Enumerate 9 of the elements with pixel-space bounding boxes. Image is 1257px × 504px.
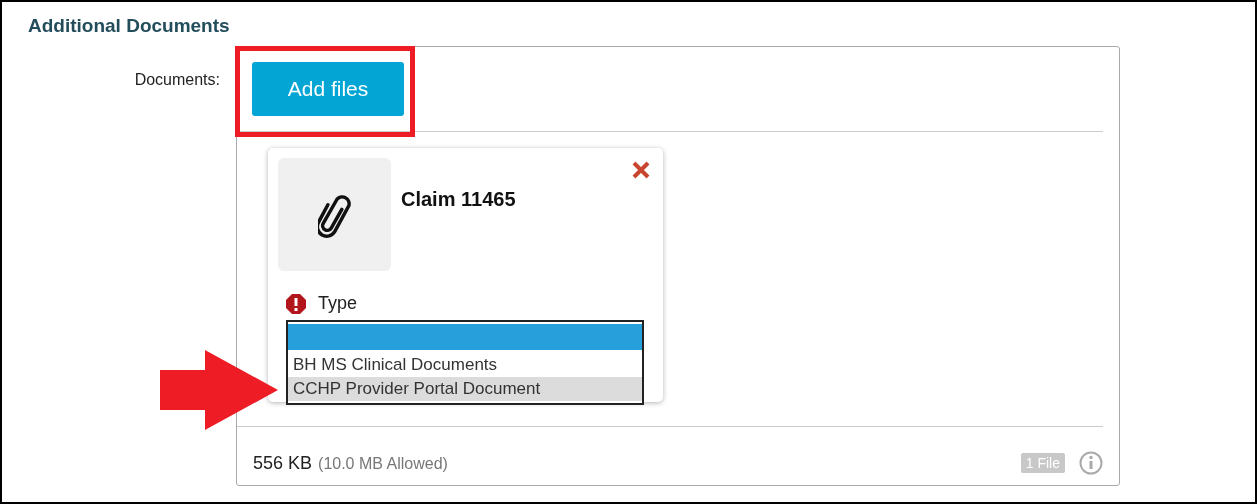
close-icon[interactable] (631, 160, 651, 180)
field-label: Documents: (133, 70, 220, 90)
section-title: Additional Documents (28, 14, 231, 38)
file-name: Claim 11465 (401, 188, 516, 211)
total-size: 556 KB (253, 452, 313, 474)
type-label: Type (318, 293, 358, 314)
size-limit: (10.0 MB Allowed) (318, 455, 448, 473)
dropdown-option[interactable]: CCHP Provider Portal Document (288, 377, 642, 401)
info-icon[interactable] (1079, 451, 1103, 475)
